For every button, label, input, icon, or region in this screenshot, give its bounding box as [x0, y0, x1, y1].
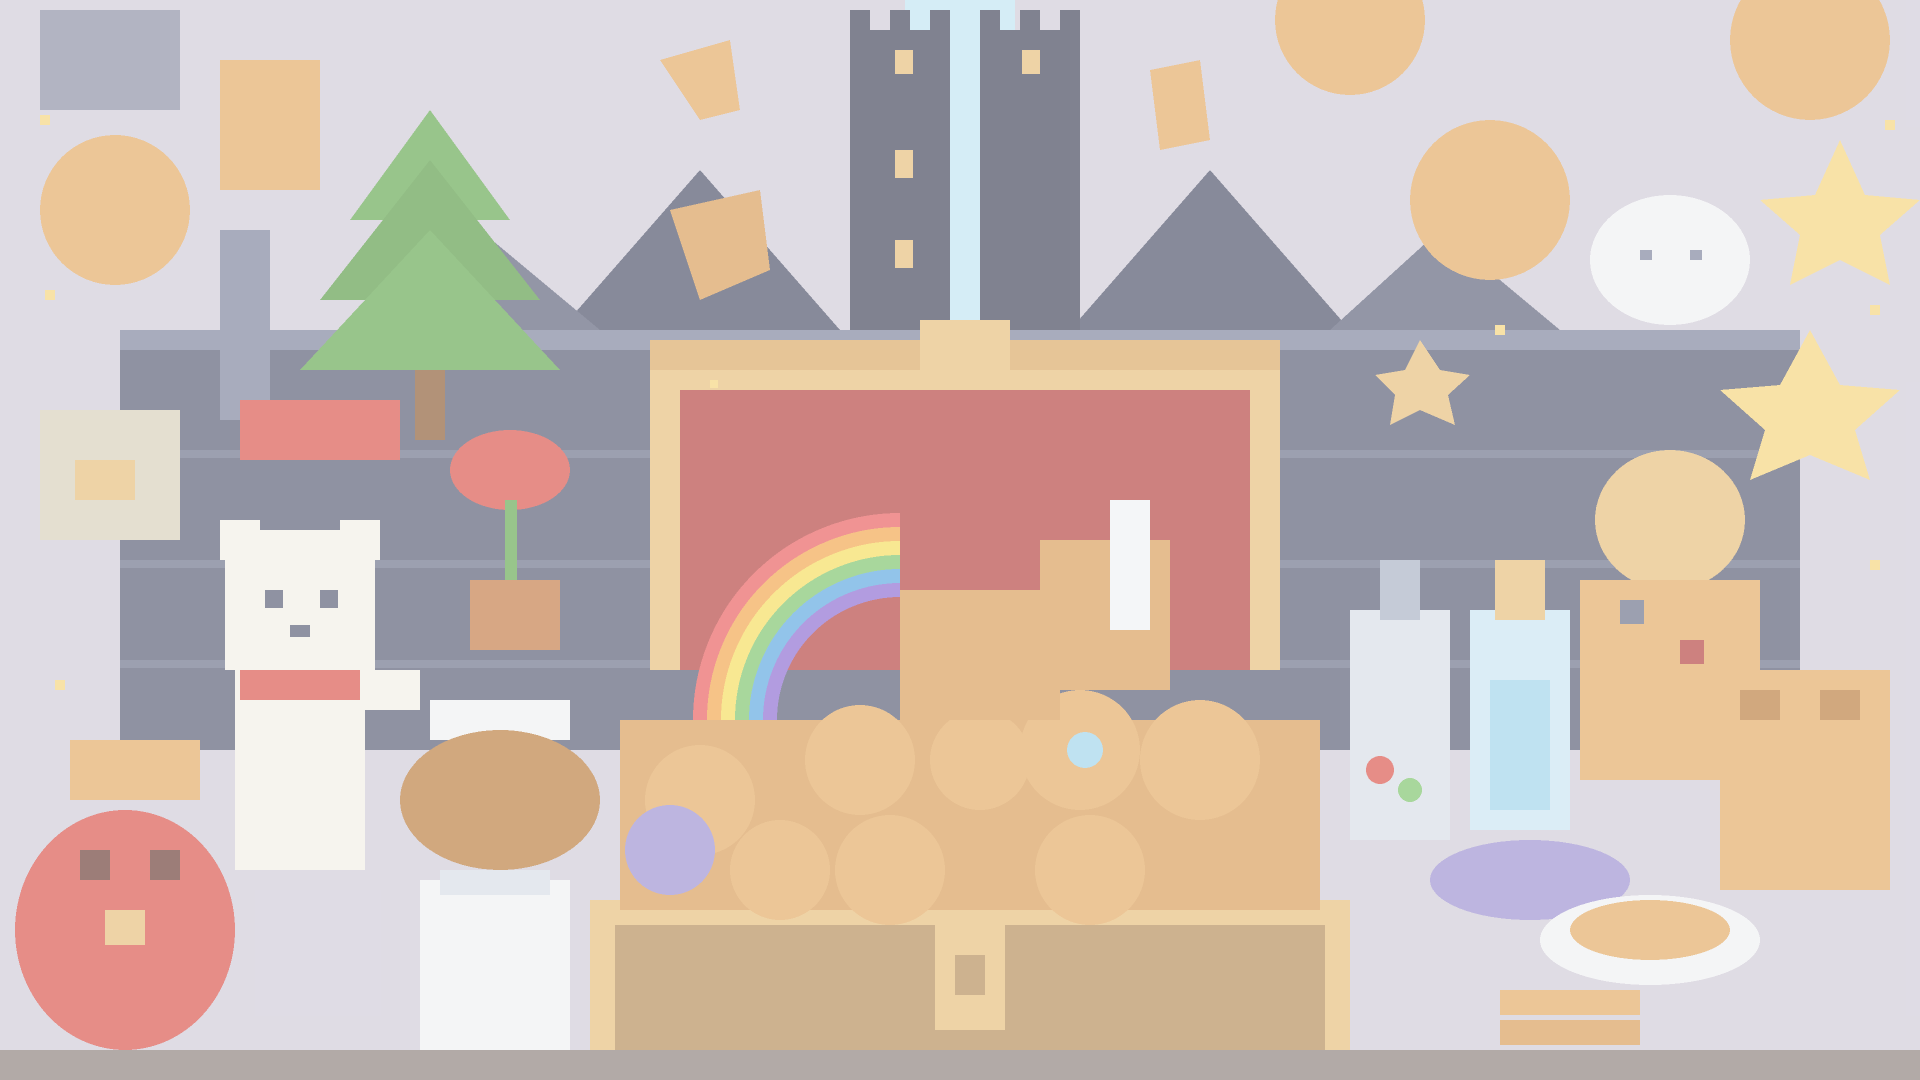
floor	[0, 1050, 1920, 1080]
cookie-jar	[1720, 670, 1890, 890]
honey-jar	[400, 700, 600, 870]
milk-jar	[420, 870, 570, 1080]
moon-mask	[1590, 195, 1750, 325]
pixel-art-scene	[0, 0, 1920, 1080]
